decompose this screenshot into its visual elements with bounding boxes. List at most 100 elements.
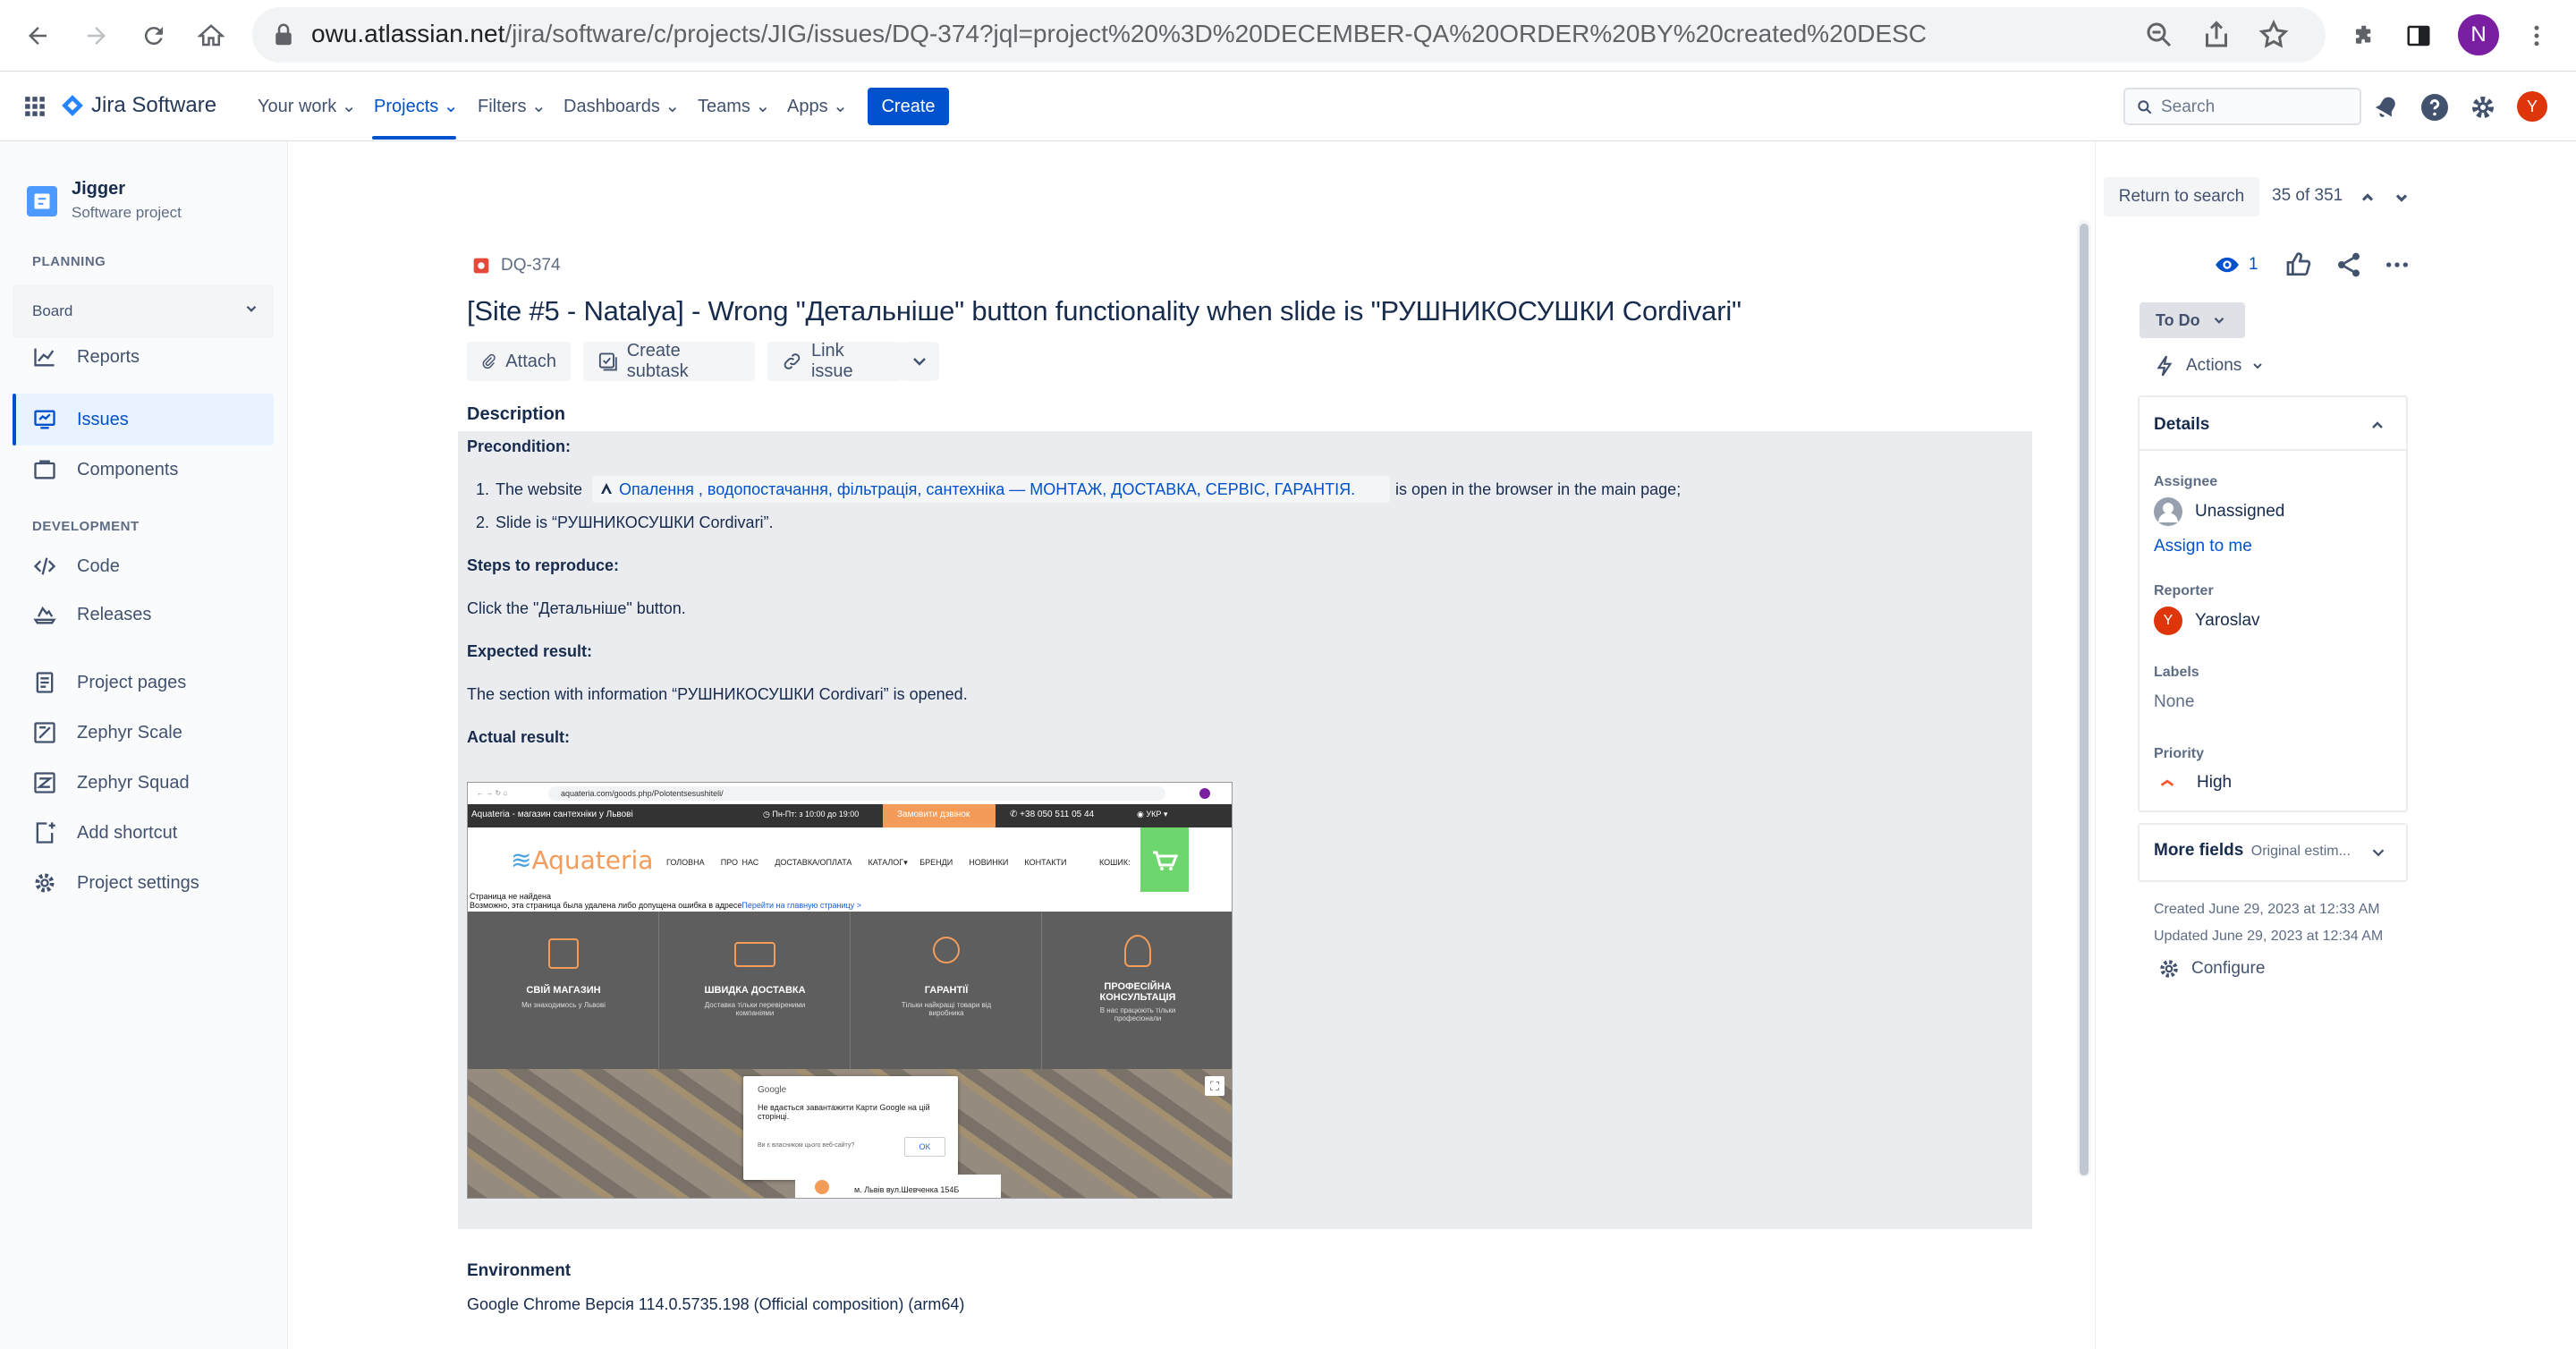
search-input[interactable]: Search <box>2123 88 2361 125</box>
notifications-icon[interactable] <box>2370 91 2402 123</box>
create-subtask-label: Create subtask <box>626 341 689 381</box>
sidebar-item-label: Reports <box>77 346 140 367</box>
nav-teams[interactable]: Teams ⌄ <box>698 95 770 117</box>
nav-your-work[interactable]: Your work ⌄ <box>258 95 357 117</box>
nav-dashboards[interactable]: Dashboards ⌄ <box>564 95 680 117</box>
sidebar-item-zephyr-squad[interactable]: Zephyr Squad <box>13 757 274 809</box>
actions-dropdown[interactable]: Actions <box>2154 354 2265 378</box>
sidebar-item-add-shortcut[interactable]: Add shortcut <box>13 807 274 859</box>
environment-text: Google Chrome Версія 114.0.5735.198 (Off… <box>467 1295 965 1313</box>
watchers-button[interactable]: 1 <box>2213 252 2258 277</box>
return-to-search-button[interactable]: Return to search <box>2104 177 2259 216</box>
sidebar-item-zephyr-scale[interactable]: Zephyr Scale <box>13 707 274 759</box>
product-name: Jira Software <box>91 93 217 117</box>
priority-value[interactable]: High <box>2197 773 2232 793</box>
attachment-screenshot[interactable]: ← → ↻ ⌂ aquateria.com/goods.php/Polotent… <box>467 782 1233 1199</box>
create-button[interactable]: Create <box>868 88 949 125</box>
zephyr-scale-icon <box>34 722 55 743</box>
environment-label: Environment <box>467 1261 572 1280</box>
sidebar-item-label: Add shortcut <box>77 822 178 843</box>
configure-button[interactable]: Configure <box>2157 957 2265 980</box>
chevron-up-icon[interactable] <box>2367 415 2388 437</box>
shot-features: СВІЙ МАГАЗИН Ми знаходимось у Львові ШВИ… <box>468 912 1232 1069</box>
configure-label: Configure <box>2191 959 2266 978</box>
user-avatar[interactable]: Y <box>2517 91 2547 122</box>
shop-icon <box>548 938 579 969</box>
main-scrollbar-thumb[interactable] <box>2080 224 2089 1175</box>
url-text[interactable]: owu.atlassian.net/jira/software/c/projec… <box>311 20 1927 48</box>
sidebar-item-label: Zephyr Squad <box>77 772 190 793</box>
home-icon[interactable] <box>191 16 231 55</box>
labels-label: Labels <box>2154 665 2199 680</box>
sidebar-item-issues-content[interactable]: Issues <box>13 394 274 445</box>
shot-menu: ГОЛОВНА ПРО НАС ДОСТАВКА/ОПЛАТА КАТАЛОГ▾… <box>666 858 1067 867</box>
share-icon[interactable] <box>2200 19 2233 51</box>
issue-title[interactable]: [Site #5 - Natalya] - Wrong "Детальніше"… <box>467 295 1741 327</box>
profile-avatar[interactable]: N <box>2458 14 2499 55</box>
nav-filters[interactable]: Filters ⌄ <box>478 95 547 117</box>
sidebar-item-label: Zephyr Scale <box>77 722 182 742</box>
settings-gear-icon[interactable] <box>2467 91 2499 123</box>
sidebar-item-project-pages[interactable]: Project pages <box>13 657 274 708</box>
more-fields-header: More fields Original estim... <box>2154 841 2351 861</box>
project-avatar[interactable] <box>27 186 57 216</box>
next-issue-icon[interactable] <box>2388 184 2415 211</box>
precondition-2-text: Slide is “РУШНИКОСУШКИ Cordivari”. <box>496 513 774 531</box>
chevron-down-icon <box>243 301 259 321</box>
sidebar-item-project-settings[interactable]: Project settings <box>13 857 274 909</box>
precondition-1-text: The website <box>496 480 583 498</box>
expected-text: The section with information “РУШНИКОСУШ… <box>467 685 968 703</box>
reporter-value[interactable]: Yaroslav <box>2195 611 2260 631</box>
jira-logo[interactable]: Jira Software <box>61 93 216 118</box>
lock-icon[interactable] <box>270 21 297 48</box>
vote-thumbs-up-icon[interactable] <box>2284 250 2313 279</box>
search-icon <box>2138 100 2152 115</box>
priority-high-icon <box>2157 773 2177 793</box>
back-icon[interactable] <box>18 16 57 55</box>
search-placeholder: Search <box>2161 98 2216 116</box>
nav-apps[interactable]: Apps ⌄ <box>787 95 848 117</box>
code-icon <box>33 557 56 575</box>
issue-breadcrumb[interactable]: DQ-374 <box>472 256 561 276</box>
assignee-value[interactable]: Unassigned <box>2195 502 2284 522</box>
app-switcher-icon[interactable] <box>23 95 47 118</box>
extensions-icon[interactable] <box>2345 16 2385 55</box>
fullscreen-icon: ⛶ <box>1205 1076 1224 1096</box>
previous-issue-icon[interactable] <box>2354 184 2381 211</box>
assign-to-me-link[interactable]: Assign to me <box>2154 537 2252 556</box>
issue-key[interactable]: DQ-374 <box>501 256 561 276</box>
jira-top-navigation: Jira Software Your work ⌄ Projects ⌄ Fil… <box>0 72 2576 141</box>
labels-value[interactable]: None <box>2154 692 2194 712</box>
status-label: To Do <box>2156 310 2200 329</box>
truck-icon <box>734 942 775 967</box>
project-name[interactable]: Jigger <box>72 179 125 199</box>
sidebar-item-board[interactable]: Board <box>13 284 274 338</box>
reload-icon[interactable] <box>134 16 174 55</box>
share-icon[interactable] <box>2334 250 2363 279</box>
sidebar-item-components[interactable]: Components <box>13 444 274 496</box>
created-date: Created June 29, 2023 at 12:33 AM <box>2154 902 2380 917</box>
zoom-icon[interactable] <box>2143 19 2175 51</box>
sidebar-item-reports[interactable]: Reports <box>13 331 274 383</box>
side-panel-icon[interactable] <box>2399 16 2438 55</box>
nav-projects[interactable]: Projects ⌄ <box>374 95 459 117</box>
attach-button[interactable]: Attach <box>467 342 571 381</box>
bookmark-star-icon[interactable] <box>2258 19 2290 51</box>
create-subtask-button[interactable]: Create subtask <box>583 341 755 381</box>
chevron-down-icon[interactable] <box>2368 843 2388 862</box>
sidebar-item-code[interactable]: Code <box>13 540 274 592</box>
more-options-icon[interactable] <box>2383 250 2411 279</box>
link-issue-button[interactable]: Link issue <box>767 341 902 381</box>
more-actions-dropdown[interactable] <box>900 342 939 381</box>
help-icon[interactable] <box>2419 91 2451 123</box>
shot-site-header: ≋Aquateria ГОЛОВНА ПРО НАС ДОСТАВКА/ОПЛА… <box>468 827 1232 901</box>
releases-icon <box>33 606 56 624</box>
sidebar-item-releases[interactable]: Releases <box>13 589 274 641</box>
address-bar[interactable]: owu.atlassian.net/jira/software/c/projec… <box>252 7 2326 63</box>
forward-icon[interactable] <box>77 16 116 55</box>
status-dropdown[interactable]: To Do <box>2140 302 2245 338</box>
project-type: Software project <box>72 204 182 221</box>
menu-kebab-icon[interactable] <box>2517 16 2556 55</box>
sidebar-item-label: Issues <box>77 409 129 429</box>
smart-link-text[interactable]: Опалення , водопостачання, фільтрація, с… <box>619 480 1385 499</box>
